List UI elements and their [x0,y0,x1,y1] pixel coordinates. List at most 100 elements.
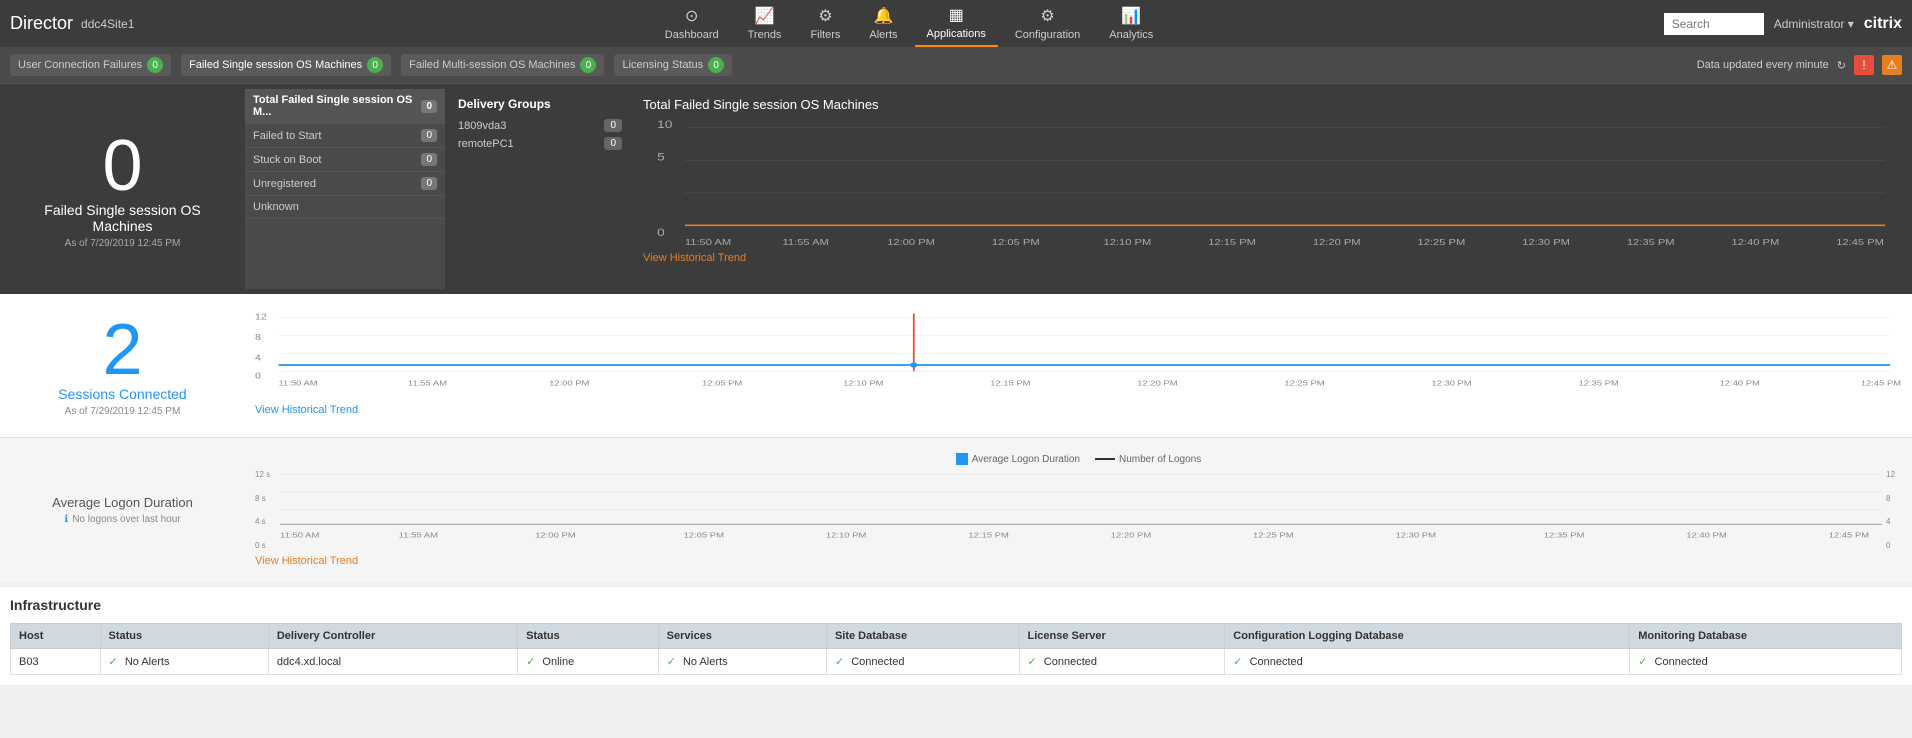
cell-services: ✓ No Alerts [658,649,826,675]
table-row-failed-start[interactable]: Failed to Start 0 [245,124,445,148]
licensing-badge: 0 [708,57,724,73]
alert-failed-single[interactable]: Failed Single session OS Machines 0 [181,54,391,76]
ctrl-status-text: Online [542,656,574,668]
user-connection-label: User Connection Failures [18,59,142,71]
svg-text:12:35 PM: 12:35 PM [1578,379,1618,388]
licensing-label: Licensing Status [622,59,703,71]
unregistered-value: 0 [421,177,437,190]
col-host: Host [11,624,101,649]
sessions-left: 2 Sessions Connected As of 7/29/2019 12:… [5,304,240,427]
table-row: B03 ✓ No Alerts ddc4.xd.local ✓ Online ✓… [11,649,1902,675]
svg-text:11:50 AM: 11:50 AM [279,379,318,388]
view-trend-link-failed[interactable]: View Historical Trend [643,252,746,264]
view-trend-sessions[interactable]: View Historical Trend [255,404,358,416]
svg-text:11:55 AM: 11:55 AM [399,531,438,539]
failed-chart-panel: Total Failed Single session OS Machines … [635,89,1907,289]
nav-alerts-label: Alerts [869,29,897,41]
alert-right-area: Data updated every minute ↻ ! ⚠ [1697,55,1902,75]
nav-items: ⊙ Dashboard 📈 Trends ⚙ Filters 🔔 Alerts … [154,0,1663,47]
col-delivery-controller: Delivery Controller [268,624,517,649]
delivery-remotepc1-label: remotePC1 [458,138,514,150]
failed-multi-badge: 0 [580,57,596,73]
nav-configuration[interactable]: ⚙ Configuration [1003,1,1092,46]
alert-failed-multi[interactable]: Failed Multi-session OS Machines 0 [401,54,604,76]
orange-alert-icon[interactable]: ⚠ [1882,55,1902,75]
svg-text:12:25 PM: 12:25 PM [1253,531,1294,539]
infrastructure-table: Host Status Delivery Controller Status S… [10,623,1902,675]
table-row-unknown[interactable]: Unknown [245,196,445,219]
col-services: Services [658,624,826,649]
failed-machines-panel: 0 Failed Single session OS Machines As o… [5,89,240,289]
search-input[interactable] [1664,13,1764,35]
svg-text:12:05 PM: 12:05 PM [683,531,724,539]
services-check: ✓ [667,656,676,668]
delivery-item-remotepc1[interactable]: remotePC1 0 [458,137,622,150]
cell-site-db: ✓ Connected [826,649,1019,675]
view-trend-logon[interactable]: View Historical Trend [255,555,358,567]
sessions-section: 2 Sessions Connected As of 7/29/2019 12:… [0,294,1912,437]
red-alert-icon[interactable]: ! [1854,55,1874,75]
failed-chart-title: Total Failed Single session OS Machines [643,97,1899,112]
table-header[interactable]: Total Failed Single session OS M... 0 [245,89,445,124]
failed-start-label: Failed to Start [253,130,321,142]
nav-trends[interactable]: 📈 Trends [736,1,794,46]
table-row-unregistered[interactable]: Unregistered 0 [245,172,445,196]
logon-info: ℹ No logons over last hour [64,514,180,525]
unknown-label: Unknown [253,201,299,213]
logon-no-logons: No logons over last hour [72,514,180,525]
svg-text:11:55 AM: 11:55 AM [408,379,447,388]
nav-applications[interactable]: ▦ Applications [915,0,998,47]
monitoring-text: Connected [1655,656,1708,668]
nav-trends-label: Trends [748,29,782,41]
trends-icon: 📈 [755,6,775,26]
failed-single-label: Failed Single session OS Machines [189,59,362,71]
stuck-boot-label: Stuck on Boot [253,154,322,166]
top-navigation: Director ddc4Site1 ⊙ Dashboard 📈 Trends … [0,0,1912,47]
site-db-check: ✓ [835,656,844,668]
cell-monitoring-db: ✓ Connected [1630,649,1902,675]
table-header-row: Host Status Delivery Controller Status S… [11,624,1902,649]
nav-dashboard-label: Dashboard [665,29,719,41]
nav-alerts[interactable]: 🔔 Alerts [857,1,909,46]
svg-text:12:10 PM: 12:10 PM [1104,238,1152,247]
table-header-label: Total Failed Single session OS M... [253,94,421,118]
svg-text:11:50 AM: 11:50 AM [280,531,319,539]
legend-avg-duration: Average Logon Duration [956,453,1080,465]
alert-licensing[interactable]: Licensing Status 0 [614,54,732,76]
table-row-stuck-boot[interactable]: Stuck on Boot 0 [245,148,445,172]
alert-bar: User Connection Failures 0 Failed Single… [0,47,1912,84]
stuck-boot-value: 0 [421,153,437,166]
site-name: ddc4Site1 [81,17,134,31]
delivery-item-1809vda3[interactable]: 1809vda3 0 [458,119,622,132]
admin-menu[interactable]: Administrator ▾ [1774,17,1854,31]
nav-filters[interactable]: ⚙ Filters [798,1,852,46]
svg-text:4: 4 [255,354,261,363]
sessions-chart: 12 8 4 0 11:50 AM 11:55 AM 12:00 PM [250,304,1907,427]
failed-start-value: 0 [421,129,437,142]
filters-icon: ⚙ [818,6,832,26]
nav-analytics[interactable]: 📊 Analytics [1097,1,1165,46]
main-dark-section: 0 Failed Single session OS Machines As o… [0,84,1912,294]
info-icon: ℹ [64,514,68,525]
svg-text:11:55 AM: 11:55 AM [783,238,829,247]
refresh-icon[interactable]: ↻ [1837,59,1846,72]
analytics-icon: 📊 [1121,6,1141,26]
legend-num-logons: Number of Logons [1095,454,1201,465]
sessions-title: Sessions Connected [58,386,186,402]
logon-y-left: 12 s 8 s 4 s 0 s [255,470,280,550]
svg-text:12:35 PM: 12:35 PM [1627,238,1675,247]
delivery-groups-panel: Delivery Groups 1809vda3 0 remotePC1 0 [450,89,630,289]
alert-user-connection[interactable]: User Connection Failures 0 [10,54,171,76]
site-db-text: Connected [851,656,904,668]
nav-dashboard[interactable]: ⊙ Dashboard [653,1,731,46]
host-status-text: No Alerts [125,656,170,668]
failed-chart-svg: 10 5 0 11:50 AM 11:55 AM 12:00 PM 12:05 … [643,117,1899,247]
logon-chart: Average Logon Duration Number of Logons … [250,448,1907,572]
sessions-subtitle: As of 7/29/2019 12:45 PM [65,406,181,417]
svg-text:12:20 PM: 12:20 PM [1313,238,1361,247]
nav-configuration-label: Configuration [1015,29,1080,41]
sessions-count: 2 [102,314,142,386]
cell-host-status: ✓ No Alerts [100,649,268,675]
logon-legend: Average Logon Duration Number of Logons [255,453,1902,465]
dashboard-icon: ⊙ [685,6,698,26]
